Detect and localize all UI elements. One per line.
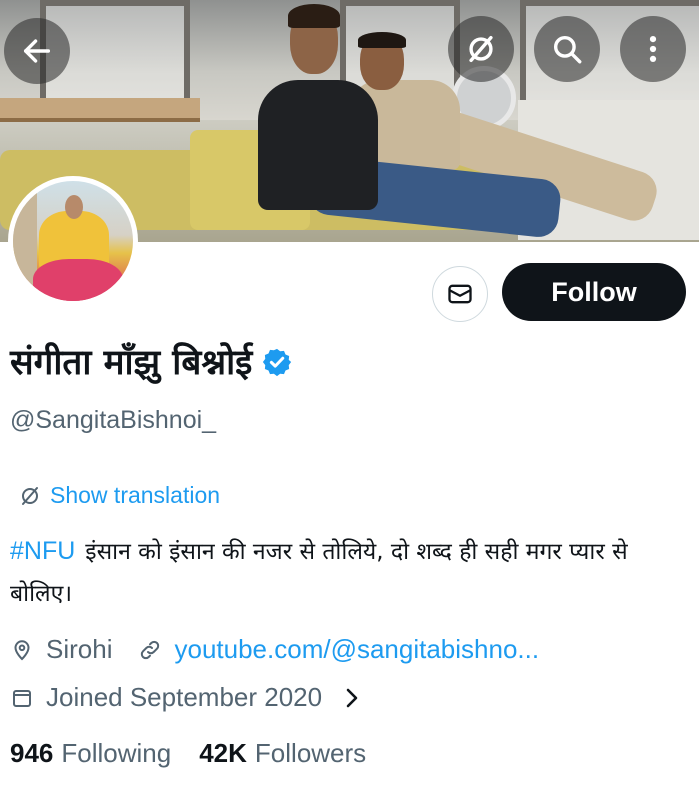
location-pin-icon bbox=[14, 639, 30, 660]
bio-text: इंसान को इंसान की नजर से तोलिये, दो शब्द… bbox=[10, 539, 628, 607]
translate-button[interactable] bbox=[448, 16, 514, 82]
user-handle: @SangitaBishnoi_ bbox=[10, 406, 217, 434]
calendar-icon bbox=[13, 689, 31, 707]
chevron-right-icon bbox=[346, 688, 358, 707]
joined-text: Joined September 2020 bbox=[46, 682, 323, 712]
envelope-icon bbox=[448, 284, 472, 304]
arrow-left-icon bbox=[23, 39, 51, 63]
profile-meta-row: Sirohi youtube.com/@sangitabishno... bbox=[10, 634, 539, 665]
message-button[interactable] bbox=[432, 266, 488, 322]
follow-button[interactable]: Follow bbox=[502, 263, 686, 321]
back-button[interactable] bbox=[4, 18, 70, 84]
followers-link[interactable]: 42K Followers bbox=[199, 738, 366, 769]
translate-icon bbox=[469, 35, 493, 63]
followers-count: 42K bbox=[199, 738, 247, 768]
followers-label: Followers bbox=[254, 738, 367, 768]
search-icon bbox=[553, 35, 582, 64]
verified-badge-icon[interactable] bbox=[262, 347, 292, 377]
banner-person bbox=[288, 4, 340, 28]
more-options-button[interactable] bbox=[620, 16, 686, 82]
banner-table bbox=[0, 98, 200, 122]
search-button[interactable] bbox=[534, 16, 600, 82]
name-row: संगीता माँझु बिश्नोई bbox=[10, 338, 292, 385]
location-text: Sirohi bbox=[46, 634, 113, 664]
translate-icon bbox=[22, 486, 38, 505]
avatar-image bbox=[13, 181, 133, 301]
following-count: 946 bbox=[10, 738, 54, 768]
joined-row[interactable]: Joined September 2020 bbox=[10, 682, 376, 713]
avatar[interactable] bbox=[8, 176, 138, 306]
show-translation-link[interactable]: Show translation bbox=[18, 482, 220, 509]
follow-stats: 946 Following 42K Followers bbox=[10, 738, 366, 769]
following-label: Following bbox=[61, 738, 172, 768]
banner-person bbox=[258, 80, 378, 210]
website-link[interactable]: youtube.com/@sangitabishno... bbox=[174, 634, 539, 665]
banner-person bbox=[358, 32, 406, 48]
show-translation-label: Show translation bbox=[50, 482, 221, 508]
bio-hashtag-link[interactable]: #NFU bbox=[10, 537, 75, 565]
display-name: संगीता माँझु बिश्नोई bbox=[10, 343, 253, 383]
link-icon bbox=[141, 640, 160, 659]
bio: #NFU इंसान को इंसान की नजर से तोलिये, दो … bbox=[10, 530, 670, 615]
more-vertical-icon bbox=[649, 35, 657, 63]
following-link[interactable]: 946 Following bbox=[10, 738, 171, 769]
